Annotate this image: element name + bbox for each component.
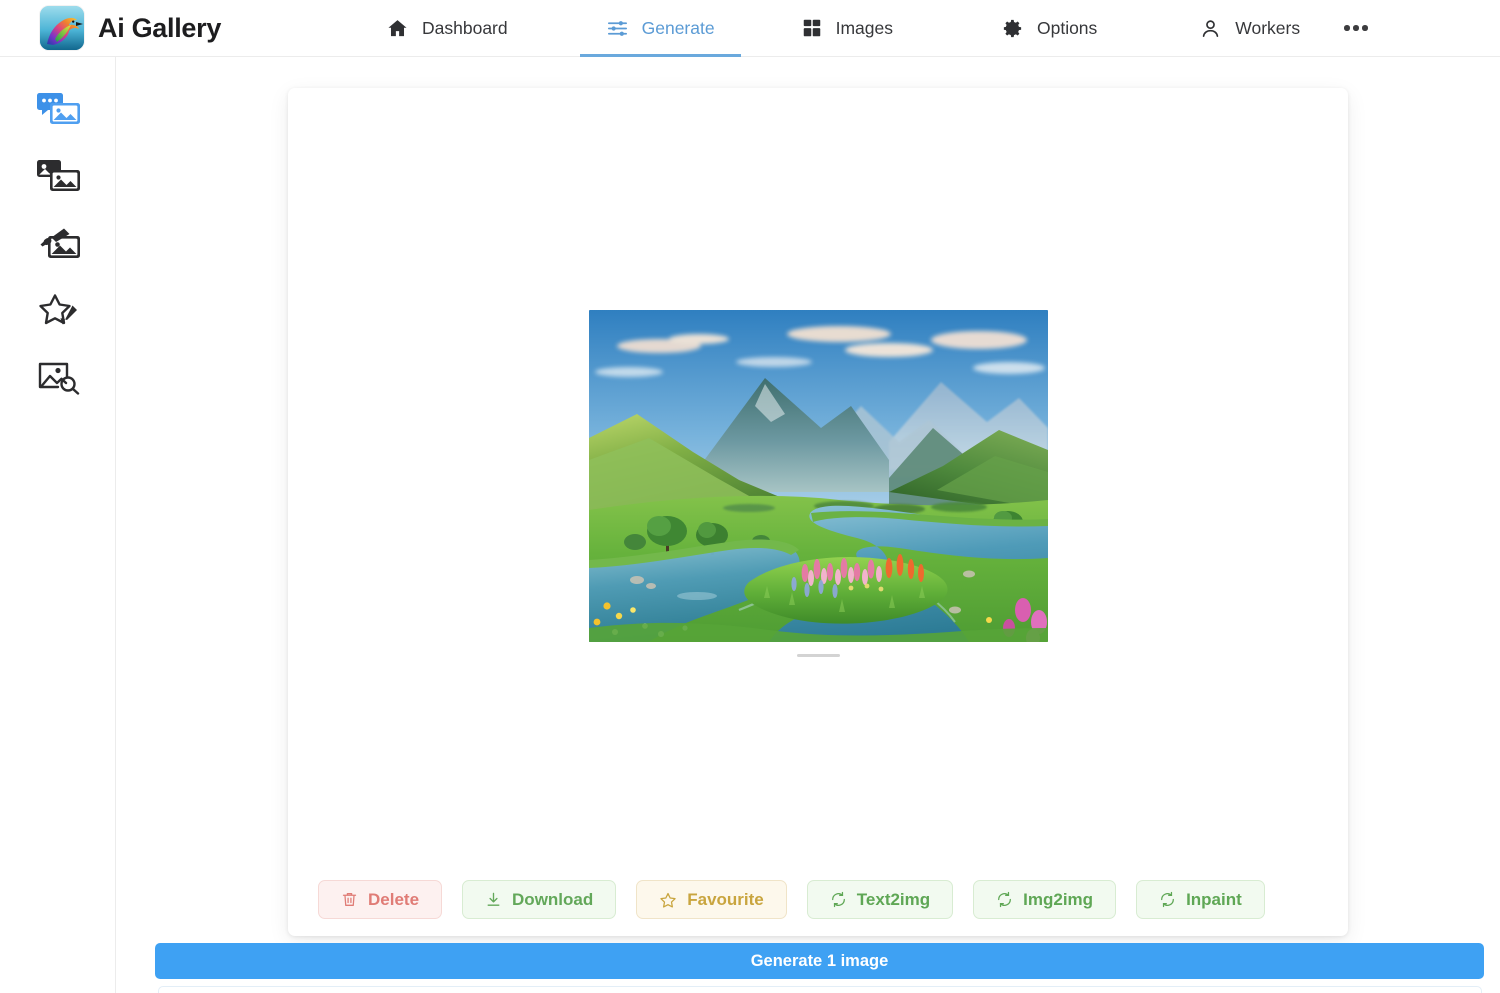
img2img-button-label: Img2img bbox=[1023, 889, 1094, 909]
main-content: Delete Download Favourite Text2img Img2i… bbox=[116, 57, 1500, 993]
nav-gap-1 bbox=[534, 0, 580, 57]
app-header: Ai Gallery Dashboard Generate Images Opt… bbox=[0, 0, 1500, 57]
nav-tab-workers[interactable]: Workers bbox=[1173, 0, 1326, 57]
generate-button-label: Generate 1 image bbox=[750, 951, 889, 970]
sidebar-item-interrogate[interactable] bbox=[0, 343, 116, 410]
image-resize-handle[interactable] bbox=[796, 653, 840, 657]
star-icon bbox=[659, 891, 677, 909]
sliders-icon bbox=[606, 17, 629, 40]
sidebar-item-style[interactable] bbox=[0, 276, 116, 343]
nav-tab-options[interactable]: Options bbox=[975, 0, 1123, 57]
trash-icon bbox=[341, 891, 358, 908]
nav-label-dashboard: Dashboard bbox=[422, 17, 508, 38]
refresh-icon bbox=[830, 891, 847, 908]
text-to-image-icon bbox=[36, 91, 81, 127]
sidebar-item-text2img[interactable] bbox=[0, 75, 116, 142]
person-icon bbox=[1199, 17, 1222, 40]
image-to-image-icon bbox=[36, 158, 81, 194]
star-edit-icon bbox=[36, 292, 81, 328]
refresh-icon bbox=[1159, 891, 1176, 908]
grid-icon bbox=[801, 17, 823, 39]
nav-tab-images[interactable]: Images bbox=[775, 0, 919, 57]
inpaint-brush-icon bbox=[36, 225, 81, 261]
more-dot bbox=[1353, 25, 1359, 31]
download-icon bbox=[485, 891, 502, 908]
nav-label-options: Options bbox=[1036, 17, 1098, 38]
app-title: Ai Gallery bbox=[98, 12, 222, 43]
generated-image[interactable] bbox=[588, 309, 1048, 642]
home-icon bbox=[386, 17, 409, 40]
more-horizontal-icon[interactable] bbox=[1326, 0, 1386, 57]
gear-icon bbox=[1001, 17, 1024, 40]
download-button-label: Download bbox=[512, 889, 594, 909]
more-dot bbox=[1362, 25, 1368, 31]
nav-tab-generate[interactable]: Generate bbox=[579, 0, 741, 57]
brand[interactable]: Ai Gallery bbox=[0, 6, 360, 50]
sidebar-item-inpaint[interactable] bbox=[0, 209, 116, 276]
generation-result-card: Delete Download Favourite Text2img Img2i… bbox=[288, 88, 1348, 936]
image-search-icon bbox=[36, 359, 81, 395]
nav-gap-4 bbox=[1123, 0, 1173, 57]
inpaint-button-label: Inpaint bbox=[1186, 889, 1242, 909]
more-dot bbox=[1344, 25, 1350, 31]
download-button[interactable]: Download bbox=[462, 880, 617, 919]
parrot-bird-logo-icon bbox=[40, 6, 84, 50]
text2img-button-label: Text2img bbox=[856, 889, 931, 909]
text2img-button[interactable]: Text2img bbox=[806, 880, 954, 919]
refresh-icon bbox=[996, 891, 1013, 908]
image-canvas-area bbox=[288, 88, 1348, 878]
delete-button[interactable]: Delete bbox=[318, 880, 443, 919]
delete-button-label: Delete bbox=[368, 889, 420, 909]
main-nav: Dashboard Generate Images Options Worker… bbox=[360, 0, 1500, 57]
image-action-bar: Delete Download Favourite Text2img Img2i… bbox=[318, 880, 1265, 919]
favourite-button-label: Favourite bbox=[687, 889, 764, 909]
nav-gap-3 bbox=[919, 0, 975, 57]
nav-label-images: Images bbox=[835, 17, 893, 38]
nav-label-workers: Workers bbox=[1235, 17, 1301, 38]
inpaint-button[interactable]: Inpaint bbox=[1136, 880, 1265, 919]
img2img-button[interactable]: Img2img bbox=[973, 880, 1117, 919]
favourite-button[interactable]: Favourite bbox=[636, 880, 787, 919]
ai-gallery-app: Ai Gallery Dashboard Generate Images Opt… bbox=[0, 0, 1500, 993]
prompt-panel[interactable] bbox=[158, 986, 1482, 993]
nav-tab-dashboard[interactable]: Dashboard bbox=[360, 0, 534, 57]
nav-gap-2 bbox=[741, 0, 775, 57]
nav-label-generate: Generate bbox=[641, 17, 715, 38]
generate-button[interactable]: Generate 1 image bbox=[155, 943, 1484, 979]
left-sidebar bbox=[0, 57, 116, 993]
sidebar-item-img2img[interactable] bbox=[0, 142, 116, 209]
